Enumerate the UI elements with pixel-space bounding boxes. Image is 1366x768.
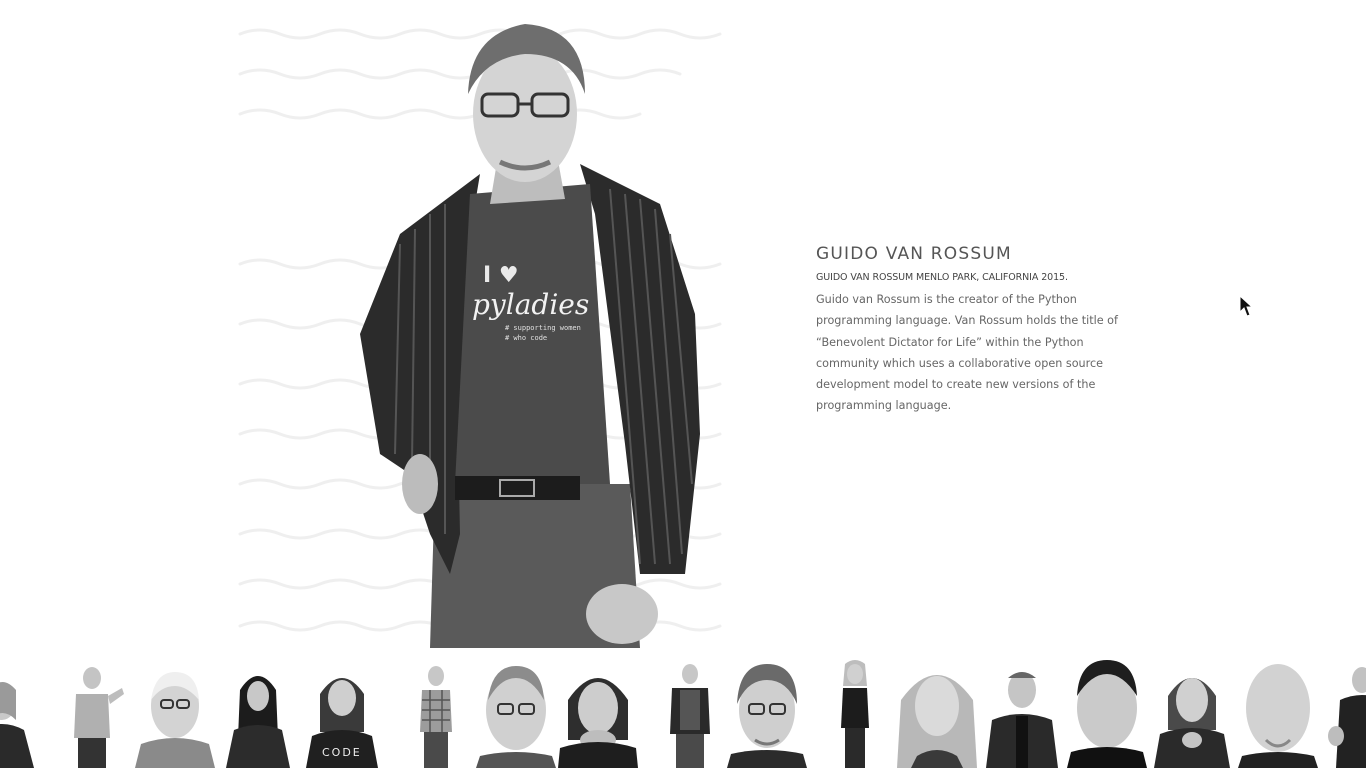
shirt-print-subline-2: # who code: [505, 334, 547, 342]
profile-name-heading: GUIDO VAN ROSSUM: [816, 244, 1012, 264]
portrait-thumb-14[interactable]: [1067, 660, 1147, 768]
portrait-thumb-2[interactable]: [52, 660, 132, 768]
portrait-thumb-5[interactable]: CODE: [302, 660, 382, 768]
profile-info-panel: GUIDO VAN ROSSUM GUIDO VAN ROSSUM MENLO …: [816, 244, 1146, 417]
portrait-thumb-11[interactable]: [815, 660, 895, 768]
portrait-thumb-16[interactable]: [1238, 660, 1318, 768]
featured-portrait-section: I ♥ pyladies # supporting women # who co…: [0, 0, 1366, 660]
shirt-print-pyladies-text: pyladies: [472, 288, 589, 321]
portrait-thumb-7[interactable]: [476, 660, 556, 768]
portrait-thumb-4[interactable]: [218, 660, 298, 768]
portrait-thumb-8[interactable]: [558, 660, 638, 768]
portrait-thumb-3[interactable]: [135, 660, 215, 768]
portrait-thumb-9[interactable]: [650, 660, 730, 768]
portrait-thumb-6[interactable]: [396, 660, 476, 768]
portrait-thumb-17[interactable]: [1322, 660, 1366, 768]
portrait-thumb-1[interactable]: [0, 660, 42, 768]
shirt-print-subline-1: # supporting women: [505, 324, 581, 332]
profile-photo-caption: GUIDO VAN ROSSUM MENLO PARK, CALIFORNIA …: [816, 272, 1068, 283]
profile-biography: Guido van Rossum is the creator of the P…: [816, 293, 1118, 413]
portrait-thumb-13[interactable]: [982, 660, 1062, 768]
guido-van-rossum-portrait: I ♥ pyladies # supporting women # who co…: [360, 24, 700, 648]
thumb-shirt-code-text: CODE: [322, 746, 362, 759]
portrait-thumbnail-strip: CODE: [0, 660, 1366, 768]
arrow-cursor-icon: [1239, 295, 1253, 317]
shirt-print-heart-text: I ♥: [483, 263, 519, 288]
portrait-thumb-12[interactable]: [897, 660, 977, 768]
portrait-thumb-15[interactable]: [1152, 660, 1232, 768]
portrait-thumb-10[interactable]: [727, 660, 807, 768]
